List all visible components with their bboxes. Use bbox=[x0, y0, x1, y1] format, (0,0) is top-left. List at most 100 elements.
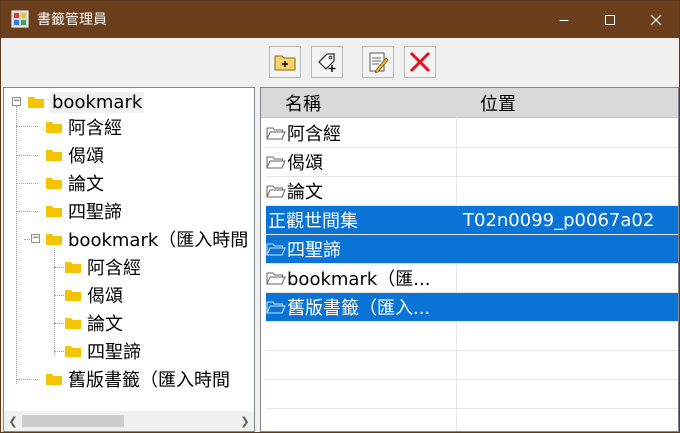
tree-node-label: 論文 bbox=[68, 174, 104, 195]
tree-node-label: 舊版書籤（匯入時間 bbox=[68, 370, 230, 391]
folder-open-icon bbox=[266, 127, 286, 140]
item-name: 偈頌 bbox=[287, 153, 323, 174]
folder-icon bbox=[46, 122, 62, 133]
scrollbar-thumb[interactable] bbox=[22, 415, 124, 427]
folder-icon bbox=[46, 374, 62, 385]
list-item[interactable]: 阿含經 bbox=[266, 119, 678, 148]
list-item[interactable]: 偈頌 bbox=[266, 148, 678, 177]
tree-line bbox=[16, 379, 38, 380]
list-item[interactable]: 論文 bbox=[266, 177, 678, 206]
tree-node-label: 偈頌 bbox=[68, 146, 104, 167]
folder-icon bbox=[28, 97, 44, 108]
delete-button[interactable] bbox=[404, 46, 436, 78]
item-location bbox=[458, 235, 678, 263]
item-name: bookmark（匯... bbox=[287, 269, 431, 290]
item-name: 論文 bbox=[287, 182, 323, 203]
item-name: 四聖諦 bbox=[287, 240, 341, 261]
folder-icon bbox=[65, 346, 81, 357]
item-location bbox=[458, 293, 678, 321]
item-location bbox=[458, 177, 678, 205]
tree-node[interactable]: 論文 bbox=[46, 171, 104, 195]
list-item-selected[interactable]: 正觀世間集 T02n0099_p0067a02 bbox=[266, 206, 678, 235]
tree-line bbox=[16, 211, 38, 212]
tree-node[interactable]: 偈頌 bbox=[46, 143, 104, 167]
window-title: 書籤管理員 bbox=[37, 12, 107, 28]
list-item-empty bbox=[266, 380, 678, 409]
maximize-button[interactable] bbox=[587, 1, 633, 38]
folder-icon bbox=[46, 206, 62, 217]
folder-plus-icon bbox=[274, 55, 296, 71]
tree-node-label: bookmark（匯入時間 bbox=[68, 230, 249, 251]
close-button[interactable] bbox=[633, 1, 679, 38]
list-item-empty bbox=[266, 409, 678, 431]
app-icon bbox=[11, 10, 29, 28]
folder-open-icon bbox=[266, 185, 286, 198]
tree-line bbox=[16, 155, 38, 156]
column-header-location[interactable]: 位置 bbox=[480, 90, 516, 116]
column-header-name[interactable]: 名稱 bbox=[285, 90, 321, 116]
tree-node[interactable]: 偈頌 bbox=[65, 283, 123, 307]
bookmark-manager-window: 書籤管理員 − − bookmark 阿含經 偈頌 論文 四聖諦 bookmar… bbox=[0, 0, 680, 433]
tree-node[interactable]: 四聖諦 bbox=[65, 339, 141, 363]
tree-node-label: bookmark bbox=[50, 91, 145, 113]
tree-node-label: 阿含經 bbox=[68, 118, 122, 139]
item-name: 阿含經 bbox=[287, 124, 341, 145]
item-name: 正觀世間集 bbox=[268, 211, 358, 232]
notepad-edit-icon bbox=[369, 52, 389, 74]
tree-line bbox=[16, 126, 38, 127]
item-name: 舊版書籤（匯入... bbox=[287, 298, 431, 319]
scroll-left-icon[interactable]: ❮ bbox=[4, 411, 22, 431]
folder-icon bbox=[46, 234, 62, 245]
list-item-selected[interactable]: 舊版書籤（匯入... bbox=[266, 293, 678, 322]
tree-line bbox=[16, 106, 17, 384]
tree-line bbox=[16, 183, 38, 184]
collapse-icon[interactable]: − bbox=[12, 97, 21, 106]
item-location bbox=[458, 148, 678, 176]
tree-node[interactable]: 四聖諦 bbox=[46, 199, 122, 223]
folder-icon bbox=[65, 290, 81, 301]
title-bar[interactable]: 書籤管理員 bbox=[1, 1, 679, 38]
maximize-icon bbox=[605, 14, 615, 25]
list-header: 名稱 位置 bbox=[261, 88, 678, 118]
folder-icon bbox=[65, 262, 81, 273]
minimize-button[interactable] bbox=[541, 1, 587, 38]
folder-open-icon bbox=[266, 301, 286, 314]
tree-node[interactable]: 論文 bbox=[65, 311, 123, 335]
tree-node-label: 阿含經 bbox=[87, 258, 141, 279]
folder-icon bbox=[65, 318, 81, 329]
list-item-selected[interactable]: 四聖諦 bbox=[266, 235, 678, 264]
list-item[interactable]: bookmark（匯... bbox=[266, 264, 678, 293]
folder-icon bbox=[46, 178, 62, 189]
list-item-empty bbox=[266, 351, 678, 380]
tree-node-label: 論文 bbox=[87, 314, 123, 335]
minimize-icon bbox=[559, 19, 569, 21]
tree-node[interactable]: bookmark（匯入時間 bbox=[46, 227, 248, 251]
item-location: T02n0099_p0067a02 bbox=[458, 206, 678, 234]
collapse-icon[interactable]: − bbox=[31, 234, 40, 243]
new-folder-button[interactable] bbox=[269, 46, 301, 78]
tree-node[interactable]: 阿含經 bbox=[46, 115, 122, 139]
new-bookmark-button[interactable] bbox=[311, 46, 343, 78]
folder-open-icon bbox=[266, 243, 286, 256]
item-location bbox=[458, 264, 678, 292]
bookmark-tree[interactable]: − − bookmark 阿含經 偈頌 論文 四聖諦 bookmark（匯入時間 bbox=[3, 87, 255, 432]
toolbar bbox=[1, 38, 679, 86]
scroll-right-icon[interactable]: ❯ bbox=[236, 411, 254, 431]
tree-node-label: 四聖諦 bbox=[87, 342, 141, 363]
red-x-icon bbox=[409, 51, 431, 73]
close-icon bbox=[650, 14, 662, 25]
folder-icon bbox=[46, 150, 62, 161]
list-item-empty bbox=[266, 322, 678, 351]
item-location bbox=[458, 119, 678, 147]
tree-line bbox=[54, 248, 55, 355]
tree-root-node[interactable]: bookmark bbox=[28, 90, 145, 114]
edit-button[interactable] bbox=[362, 46, 394, 78]
tree-node[interactable]: 舊版書籤（匯入時間 bbox=[46, 367, 230, 391]
tree-node-label: 偈頌 bbox=[87, 286, 123, 307]
tree-node[interactable]: 阿含經 bbox=[65, 255, 141, 279]
tree-node-label: 四聖諦 bbox=[68, 202, 122, 223]
bookmark-list[interactable]: 名稱 位置 阿含經 偈頌 論文 正觀世間集 T02n0099_p0067a02 … bbox=[260, 87, 679, 432]
tag-plus-icon bbox=[318, 53, 336, 72]
folder-open-icon bbox=[266, 156, 286, 169]
horizontal-scrollbar[interactable]: ❮ ❯ bbox=[4, 411, 254, 431]
